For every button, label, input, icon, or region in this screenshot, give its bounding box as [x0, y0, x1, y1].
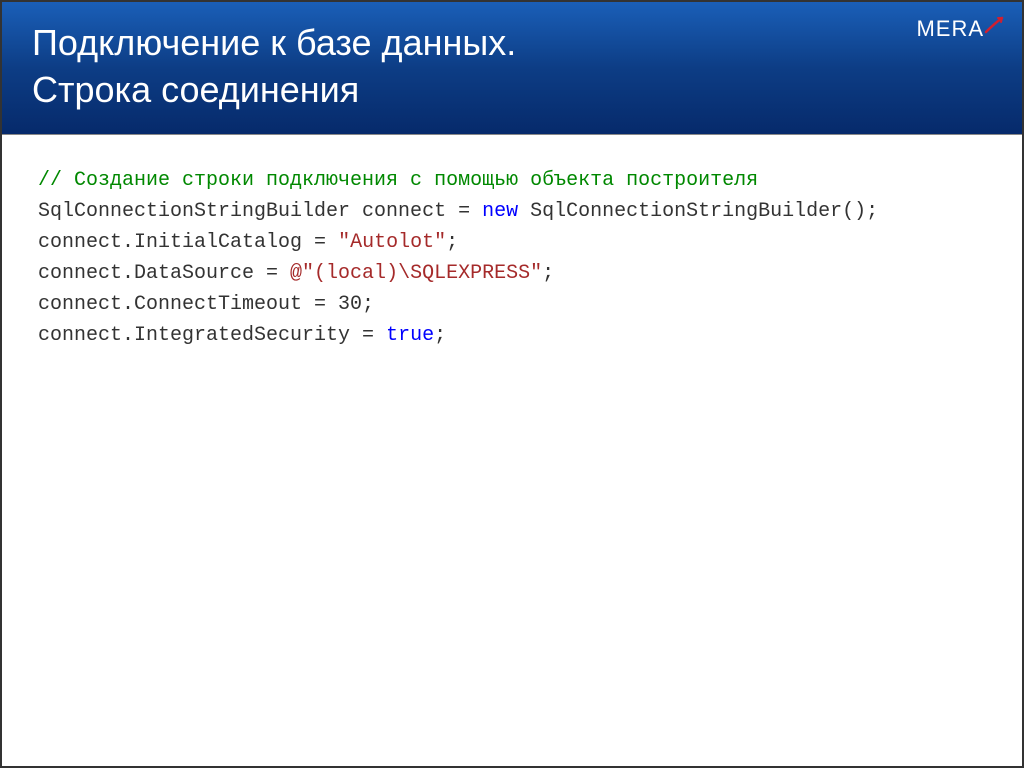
- code-token: ;: [542, 262, 554, 285]
- code-line: SqlConnectionStringBuilder connect = new…: [38, 196, 986, 227]
- logo-swoosh-icon: [984, 14, 1004, 40]
- code-token: connect.ConnectTimeout = 30;: [38, 293, 374, 316]
- code-token: ;: [434, 324, 446, 347]
- code-line: connect.DataSource = @"(local)\SQLEXPRES…: [38, 258, 986, 289]
- code-token: // Создание строки подключения с помощью…: [38, 169, 758, 192]
- code-token: "Autolot": [338, 231, 446, 254]
- code-token: connect.InitialCatalog =: [38, 231, 338, 254]
- title-line-2: Строка соединения: [32, 69, 359, 110]
- code-token: SqlConnectionStringBuilder connect =: [38, 200, 482, 223]
- code-token: new: [482, 200, 518, 223]
- code-line: connect.IntegratedSecurity = true;: [38, 320, 986, 351]
- code-line: // Создание строки подключения с помощью…: [38, 165, 986, 196]
- code-token: connect.DataSource =: [38, 262, 290, 285]
- code-line: connect.InitialCatalog = "Autolot";: [38, 227, 986, 258]
- code-block: // Создание строки подключения с помощью…: [38, 165, 986, 351]
- mera-logo: MERA: [916, 16, 1004, 42]
- code-token: connect.IntegratedSecurity =: [38, 324, 386, 347]
- code-token: ;: [446, 231, 458, 254]
- code-line: connect.ConnectTimeout = 30;: [38, 289, 986, 320]
- code-token: @"(local)\SQLEXPRESS": [290, 262, 542, 285]
- code-token: true: [386, 324, 434, 347]
- slide-content: // Создание строки подключения с помощью…: [2, 135, 1022, 381]
- slide-title: Подключение к базе данных. Строка соедин…: [32, 20, 992, 114]
- code-token: SqlConnectionStringBuilder();: [518, 200, 878, 223]
- logo-text: MERA: [916, 16, 984, 41]
- slide-header: Подключение к базе данных. Строка соедин…: [2, 2, 1022, 135]
- title-line-1: Подключение к базе данных.: [32, 22, 516, 63]
